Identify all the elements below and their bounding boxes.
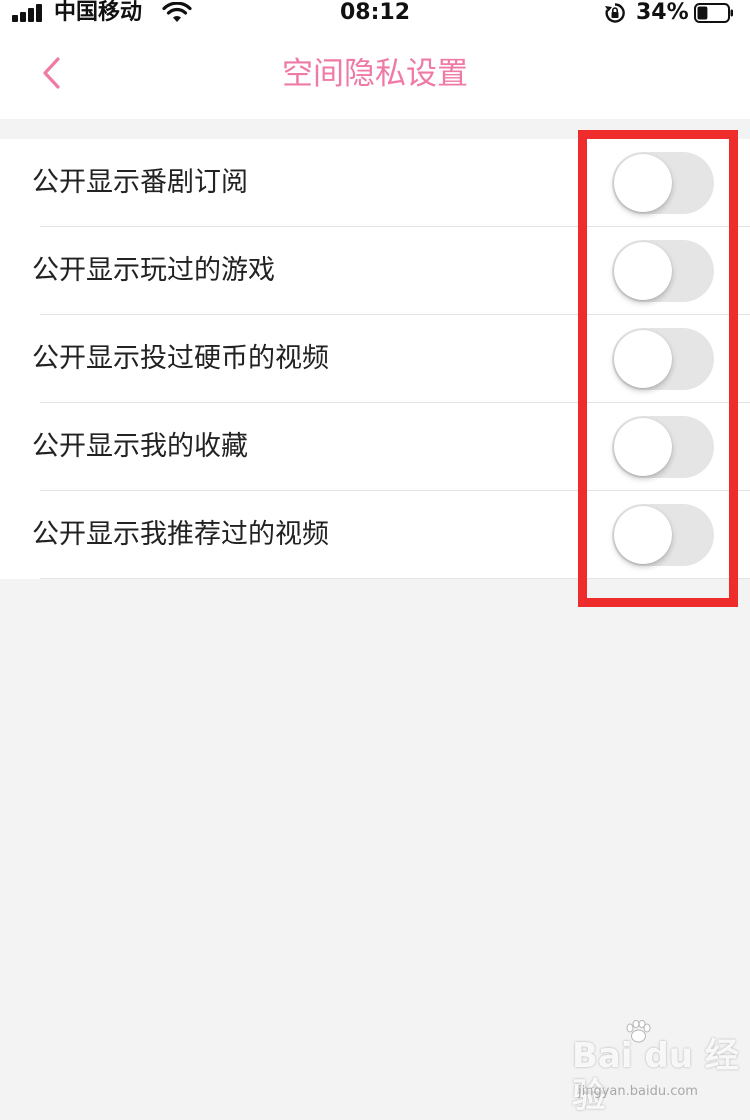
battery-percent: 34% [636,0,689,25]
status-bar: 中国移动 08:12 34% [0,0,750,28]
highlight-annotation-box [578,130,738,607]
nav-bar: 空间隐私设置 [0,28,750,119]
setting-label: 公开显示我的收藏 [32,431,248,462]
watermark-url: jingyan.baidu.com [578,1084,698,1099]
rotation-lock-icon [605,3,625,23]
setting-label: 公开显示投过硬币的视频 [32,343,329,374]
battery-icon [694,3,733,23]
watermark-text: Bai du 经验 [572,1036,739,1116]
page-title: 空间隐私设置 [282,56,468,92]
baidu-jingyan-watermark: Bai du 经验 jingyan.baidu.com [572,1018,742,1116]
setting-label: 公开显示玩过的游戏 [32,255,275,286]
setting-label: 公开显示番剧订阅 [32,167,248,198]
setting-label: 公开显示我推荐过的视频 [32,519,329,550]
